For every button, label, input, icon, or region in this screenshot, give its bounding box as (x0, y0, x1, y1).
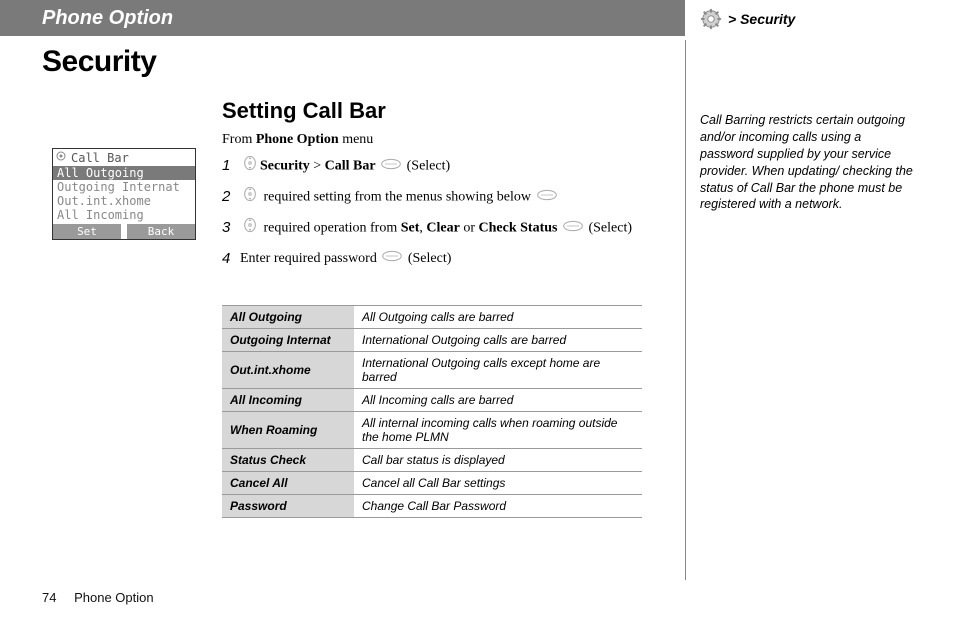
phone-screen: Call Bar All OutgoingOutgoing InternatOu… (52, 148, 196, 240)
step-number: 1 (222, 155, 234, 178)
select-icon (382, 248, 402, 269)
step-number: 3 (222, 217, 234, 240)
nav-icon (242, 217, 258, 240)
step-number: 4 (222, 248, 234, 271)
steps-list: 1 Security > Call Bar (Select) 2 required … (222, 155, 642, 279)
step: 3 required operation from Set, Clear or … (222, 217, 642, 240)
nav-icon (242, 155, 258, 178)
step: 4 Enter required password (Select) (222, 248, 642, 271)
table-row: Out.int.xhomeInternational Outgoing call… (222, 352, 642, 389)
footer: 74 Phone Option (42, 590, 154, 605)
softkey-right[interactable]: Back (127, 224, 195, 239)
option-desc: International Outgoing calls are barred (354, 329, 642, 352)
option-desc: International Outgoing calls except home… (354, 352, 642, 389)
option-term: Password (222, 495, 354, 518)
sidebar-note: Call Barring restricts certain outgoing … (700, 112, 918, 213)
breadcrumb: > Security (700, 8, 795, 30)
table-row: All OutgoingAll Outgoing calls are barre… (222, 306, 642, 329)
intro-suffix: menu (339, 132, 374, 147)
table-row: Outgoing InternatInternational Outgoing … (222, 329, 642, 352)
option-term: Cancel All (222, 472, 354, 495)
option-desc: All Incoming calls are barred (354, 389, 642, 412)
step-number: 2 (222, 186, 234, 209)
option-desc: All internal incoming calls when roaming… (354, 412, 642, 449)
option-term: All Incoming (222, 389, 354, 412)
phone-menu-item[interactable]: All Incoming (53, 208, 195, 222)
table-row: Cancel AllCancel all Call Bar settings (222, 472, 642, 495)
table-row: PasswordChange Call Bar Password (222, 495, 642, 518)
option-desc: Cancel all Call Bar settings (354, 472, 642, 495)
step-body: required operation from Set, Clear or Ch… (240, 217, 632, 240)
step: 1 Security > Call Bar (Select) (222, 155, 642, 178)
select-icon (537, 187, 557, 208)
breadcrumb-text: > Security (728, 11, 795, 27)
column-divider (685, 40, 686, 580)
options-table: All OutgoingAll Outgoing calls are barre… (222, 305, 642, 518)
option-term: When Roaming (222, 412, 354, 449)
phone-menu-item[interactable]: Out.int.xhome (53, 194, 195, 208)
phone-softkeys: Set Back (53, 224, 195, 239)
nav-icon (242, 186, 258, 209)
step: 2 required setting from the menus showin… (222, 186, 642, 209)
header-bar: Phone Option (0, 0, 685, 36)
option-desc: Change Call Bar Password (354, 495, 642, 518)
select-icon (563, 218, 583, 239)
option-term: All Outgoing (222, 306, 354, 329)
intro-prefix: From (222, 132, 256, 147)
select-icon (381, 156, 401, 177)
table-row: Status CheckCall bar status is displayed (222, 449, 642, 472)
gear-icon (700, 8, 722, 30)
option-term: Outgoing Internat (222, 329, 354, 352)
step-body: required setting from the menus showing … (240, 186, 559, 209)
option-desc: Call bar status is displayed (354, 449, 642, 472)
option-term: Out.int.xhome (222, 352, 354, 389)
intro-bold: Phone Option (256, 132, 339, 147)
softkey-left[interactable]: Set (53, 224, 127, 239)
header-title: Phone Option (42, 7, 173, 30)
option-term: Status Check (222, 449, 354, 472)
phone-title-row: Call Bar (53, 149, 195, 166)
option-desc: All Outgoing calls are barred (354, 306, 642, 329)
table-row: All IncomingAll Incoming calls are barre… (222, 389, 642, 412)
intro-line: From Phone Option menu (222, 132, 373, 148)
phone-title: Call Bar (71, 151, 129, 165)
phone-menu-item[interactable]: All Outgoing (53, 166, 195, 180)
footer-section: Phone Option (74, 590, 154, 605)
section-heading: Setting Call Bar (222, 98, 386, 124)
page-number: 74 (42, 590, 56, 605)
phone-menu-item[interactable]: Outgoing Internat (53, 180, 195, 194)
page-heading: Security (42, 45, 156, 79)
step-body: Security > Call Bar (Select) (240, 155, 450, 178)
table-row: When RoamingAll internal incoming calls … (222, 412, 642, 449)
phone-icon (55, 150, 67, 165)
step-body: Enter required password (Select) (240, 248, 451, 271)
